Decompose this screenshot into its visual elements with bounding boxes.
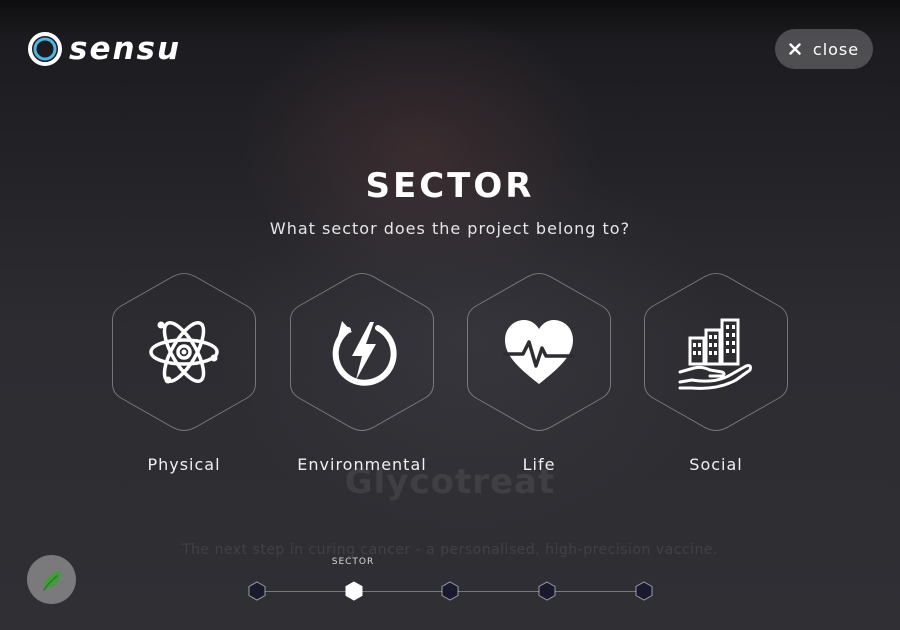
page-question: What sector does the project belong to? — [269, 219, 631, 238]
sector-option-life[interactable]: Life — [466, 272, 612, 474]
leaf-button[interactable] — [27, 555, 76, 604]
heartbeat-icon — [503, 320, 575, 384]
sector-option-social[interactable]: Social — [643, 272, 789, 474]
step-2-current[interactable] — [345, 581, 363, 601]
sector-option-physical[interactable]: Physical — [111, 272, 257, 474]
sector-label-social: Social — [689, 455, 743, 474]
step-3[interactable] — [441, 581, 459, 601]
step-current-label: SECTOR — [331, 557, 375, 567]
page-title: SECTOR — [365, 166, 535, 206]
energy-icon — [332, 321, 397, 386]
wizard-screen: Glycotreat The next step in curing cance… — [0, 0, 900, 630]
sensu-logo[interactable]: sensu — [27, 31, 181, 67]
step-1[interactable] — [248, 581, 266, 601]
brand-name: sensu — [69, 31, 182, 67]
leaf-icon — [42, 570, 61, 591]
city-in-hand-icon — [678, 318, 752, 390]
close-label: close — [812, 39, 860, 59]
sensu-logo-icon — [28, 32, 62, 66]
step-5[interactable] — [635, 581, 653, 601]
step-4[interactable] — [538, 581, 556, 601]
atom-icon — [149, 321, 219, 384]
close-icon — [789, 43, 801, 55]
close-button[interactable]: close — [775, 29, 873, 69]
background-project-subtitle: The next step in curing cancer - a perso… — [182, 542, 718, 558]
sector-option-environmental[interactable]: Environmental — [289, 272, 435, 474]
